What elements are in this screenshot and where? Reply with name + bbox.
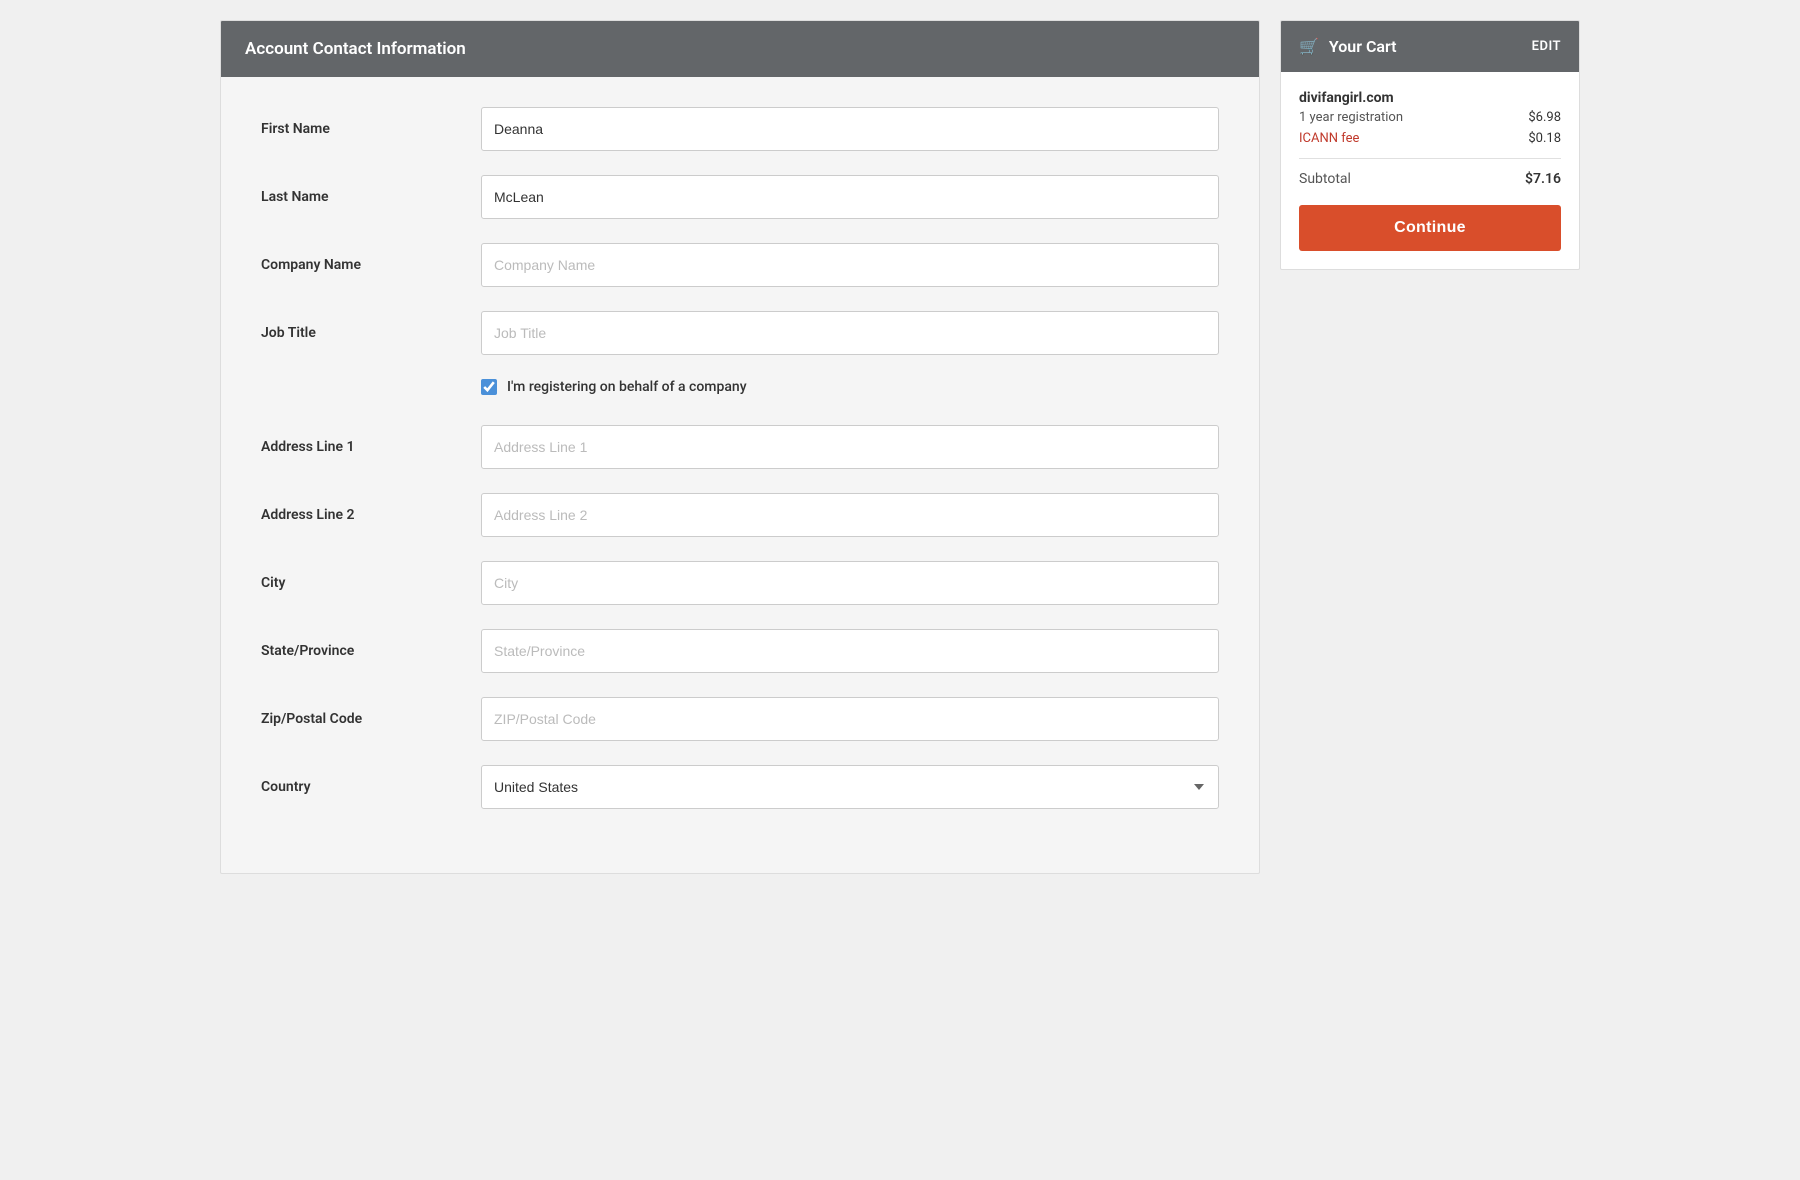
address-line1-label: Address Line 1 [261,439,481,455]
zip-row: Zip/Postal Code [261,697,1219,741]
cart-title: Your Cart [1329,37,1397,56]
address-line1-row: Address Line 1 [261,425,1219,469]
cart-icann-line: ICANN fee $0.18 [1299,131,1561,146]
zip-input[interactable] [481,697,1219,741]
form-body: First Name Last Name Company Name Job Ti… [221,77,1259,873]
state-row: State/Province [261,629,1219,673]
continue-button[interactable]: Continue [1299,205,1561,251]
form-card: Account Contact Information First Name L… [220,20,1260,874]
city-label: City [261,575,481,591]
cart-subtotal-price: $7.16 [1525,171,1561,187]
job-title-row: Job Title [261,311,1219,355]
zip-label: Zip/Postal Code [261,711,481,727]
city-row: City [261,561,1219,605]
cart-domain: divifangirl.com [1299,90,1561,106]
company-name-input[interactable] [481,243,1219,287]
cart-registration-line: 1 year registration $6.98 [1299,110,1561,125]
form-header: Account Contact Information [221,21,1259,77]
cart-icann-label: ICANN fee [1299,131,1359,146]
last-name-input[interactable] [481,175,1219,219]
company-checkbox-label[interactable]: I'm registering on behalf of a company [507,379,747,395]
state-label: State/Province [261,643,481,659]
last-name-label: Last Name [261,189,481,205]
cart-registration-label: 1 year registration [1299,110,1403,125]
company-checkbox[interactable] [481,379,497,395]
country-label: Country [261,779,481,795]
job-title-label: Job Title [261,325,481,341]
cart-sidebar: 🛒 Your Cart EDIT divifangirl.com 1 year … [1280,20,1580,270]
cart-divider [1299,158,1561,159]
cart-icon: 🛒 [1299,37,1319,56]
cart-registration-price: $6.98 [1528,110,1561,125]
state-input[interactable] [481,629,1219,673]
country-select[interactable]: United States Canada United Kingdom Aust… [481,765,1219,809]
country-row: Country United States Canada United King… [261,765,1219,809]
cart-header: 🛒 Your Cart EDIT [1281,21,1579,72]
address-line2-label: Address Line 2 [261,507,481,523]
first-name-input[interactable] [481,107,1219,151]
cart-header-left: 🛒 Your Cart [1299,37,1397,56]
company-checkbox-row: I'm registering on behalf of a company [481,379,1219,395]
address-line2-row: Address Line 2 [261,493,1219,537]
cart-subtotal: Subtotal $7.16 [1299,171,1561,187]
job-title-input[interactable] [481,311,1219,355]
cart-subtotal-label: Subtotal [1299,171,1351,187]
first-name-row: First Name [261,107,1219,151]
cart-edit-button[interactable]: EDIT [1532,39,1561,54]
company-name-row: Company Name [261,243,1219,287]
company-name-label: Company Name [261,257,481,273]
city-input[interactable] [481,561,1219,605]
cart-body: divifangirl.com 1 year registration $6.9… [1281,72,1579,269]
address-line2-input[interactable] [481,493,1219,537]
first-name-label: First Name [261,121,481,137]
cart-icann-price: $0.18 [1528,131,1561,146]
last-name-row: Last Name [261,175,1219,219]
form-title: Account Contact Information [245,39,466,59]
address-line1-input[interactable] [481,425,1219,469]
